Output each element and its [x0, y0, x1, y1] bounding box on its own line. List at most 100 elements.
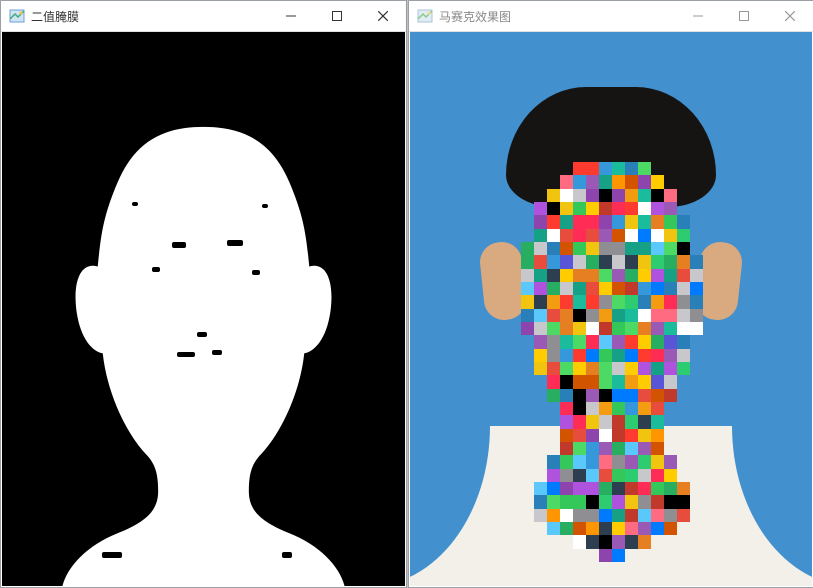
mosaic-cell [612, 242, 625, 255]
mosaic-cell [690, 389, 703, 402]
mosaic-cell [560, 162, 573, 175]
mosaic-cell [521, 429, 534, 442]
mosaic-cell [547, 362, 560, 375]
mosaic-cell [547, 455, 560, 468]
mosaic-cell [625, 255, 638, 268]
mosaic-cell [625, 509, 638, 522]
mosaic-cell [573, 349, 586, 362]
mosaic-cell [677, 509, 690, 522]
mosaic-cell [586, 535, 599, 548]
mosaic-cell [560, 202, 573, 215]
mosaic-cell [690, 522, 703, 535]
mosaic-cell [599, 522, 612, 535]
mosaic-cell [547, 282, 560, 295]
mosaic-cell [690, 455, 703, 468]
mosaic-canvas [410, 32, 812, 586]
mosaic-cell [638, 362, 651, 375]
mosaic-cell [651, 242, 664, 255]
mosaic-cell [664, 335, 677, 348]
mosaic-cell [638, 322, 651, 335]
mosaic-cell [521, 482, 534, 495]
mosaic-cell [677, 415, 690, 428]
mosaic-cell [534, 495, 547, 508]
mosaic-cell [703, 242, 716, 255]
mosaic-cell [521, 189, 534, 202]
mosaic-cell [508, 175, 521, 188]
mosaic-cell [677, 189, 690, 202]
mosaic-cell [651, 402, 664, 415]
mosaic-cell [599, 482, 612, 495]
mosaic-cell [573, 535, 586, 548]
mosaic-cell [651, 269, 664, 282]
mosaic-cell [599, 335, 612, 348]
mosaic-cell [651, 442, 664, 455]
mosaic-cell [703, 362, 716, 375]
mosaic-cell [586, 215, 599, 228]
close-button[interactable] [767, 1, 813, 31]
mosaic-cell [573, 282, 586, 295]
mosaic-cell [664, 175, 677, 188]
mosaic-cell [625, 322, 638, 335]
titlebar-left[interactable]: 二值腌膜 [1, 1, 406, 32]
maximize-button[interactable] [721, 1, 767, 31]
mosaic-cell [677, 229, 690, 242]
minimize-button[interactable] [675, 1, 721, 31]
mosaic-cell [612, 162, 625, 175]
mosaic-cell [521, 295, 534, 308]
mosaic-cell [508, 189, 521, 202]
mask-noise [262, 204, 268, 208]
mosaic-cell [651, 162, 664, 175]
mosaic-cell [612, 455, 625, 468]
mosaic-cell [625, 175, 638, 188]
mosaic-cell [573, 189, 586, 202]
maximize-icon [739, 11, 749, 21]
mosaic-cell [547, 375, 560, 388]
maximize-button[interactable] [314, 1, 360, 31]
mask-noise [102, 552, 122, 558]
titlebar-right[interactable]: 马赛克效果图 [409, 1, 813, 32]
mosaic-cell [690, 295, 703, 308]
mosaic-cell [703, 282, 716, 295]
mosaic-cell [573, 442, 586, 455]
mosaic-cell [508, 202, 521, 215]
mosaic-cell [547, 322, 560, 335]
mosaic-cell [703, 522, 716, 535]
mosaic-cell [586, 522, 599, 535]
mosaic-cell [534, 322, 547, 335]
mosaic-cell [664, 255, 677, 268]
mosaic-cell [521, 509, 534, 522]
mosaic-cell [664, 349, 677, 362]
close-button[interactable] [360, 1, 406, 31]
mosaic-cell [612, 375, 625, 388]
mosaic-cell [638, 269, 651, 282]
mosaic-cell [599, 375, 612, 388]
mosaic-cell [547, 202, 560, 215]
minimize-button[interactable] [268, 1, 314, 31]
mosaic-cell [534, 295, 547, 308]
mosaic-cell [625, 189, 638, 202]
mosaic-cell [560, 362, 573, 375]
mosaic-cell [560, 175, 573, 188]
mosaic-cell [638, 282, 651, 295]
mosaic-cell [664, 295, 677, 308]
mosaic-cell [599, 269, 612, 282]
mosaic-cell [573, 362, 586, 375]
mosaic-cell [547, 429, 560, 442]
mosaic-cell [690, 189, 703, 202]
mosaic-cell [625, 362, 638, 375]
mosaic-cell [586, 362, 599, 375]
mosaic-cell [664, 442, 677, 455]
mosaic-cell [625, 282, 638, 295]
mosaic-cell [508, 295, 521, 308]
mosaic-cell [612, 322, 625, 335]
mosaic-cell [612, 429, 625, 442]
mosaic-cell [547, 495, 560, 508]
window-title-left: 二值腌膜 [31, 8, 79, 25]
mosaic-cell [573, 429, 586, 442]
mosaic-cell [521, 522, 534, 535]
mosaic-cell [508, 309, 521, 322]
mosaic-cell [586, 189, 599, 202]
mosaic-cell [521, 229, 534, 242]
mosaic-cell [651, 175, 664, 188]
mosaic-cell [521, 215, 534, 228]
